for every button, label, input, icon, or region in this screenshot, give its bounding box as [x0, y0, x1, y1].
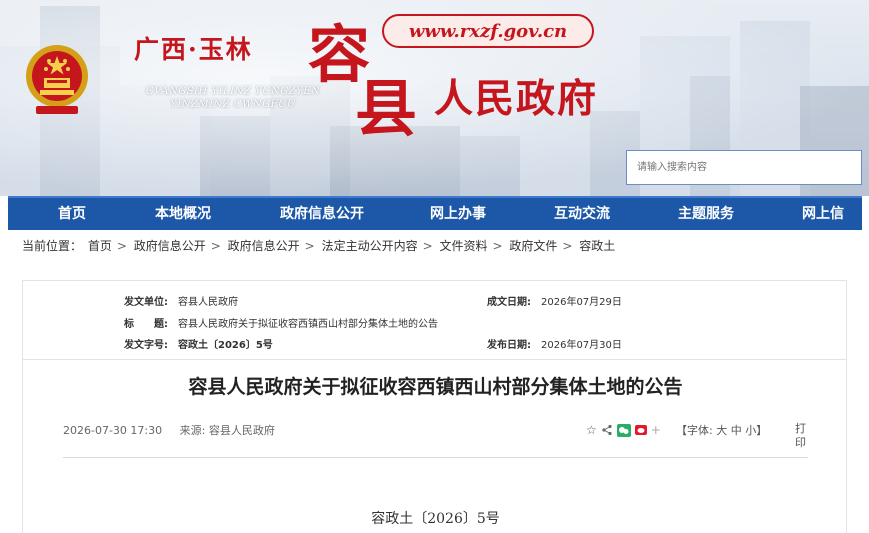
info-title-value: 容县人民政府关于拟征收容西镇西山村部分集体土地的公告	[178, 319, 438, 330]
nav-interaction[interactable]: 互动交流	[554, 198, 610, 230]
meta-divider	[63, 457, 808, 458]
info-date-label: 成文日期:	[487, 297, 531, 308]
info-date: 成文日期: 2026年07月29日	[487, 293, 622, 308]
breadcrumb-prefix: 当前位置：	[22, 239, 83, 253]
nav-online-letters[interactable]: 网上信	[802, 198, 844, 230]
info-publish-label: 发布日期:	[487, 340, 531, 351]
info-publish-value: 2026年07月30日	[541, 340, 622, 351]
article-source-value: 容县人民政府	[208, 424, 275, 437]
article-source-label: 来源:	[179, 424, 206, 437]
breadcrumb-separator: >	[116, 239, 127, 253]
search-box	[626, 150, 862, 185]
info-issuer: 发文单位: 容县人民政府	[124, 293, 238, 308]
breadcrumb-current[interactable]: 容政土	[579, 239, 615, 253]
document-number: 容政土〔2026〕5号	[371, 511, 500, 527]
info-title: 标 题: 容县人民政府关于拟征收容西镇西山村部分集体土地的公告	[124, 315, 438, 330]
breadcrumb-documents[interactable]: 文件资料	[439, 239, 487, 253]
print-link[interactable]: 打印	[795, 422, 809, 450]
plus-icon[interactable]: +	[651, 423, 661, 437]
breadcrumb-separator: >	[492, 239, 503, 253]
breadcrumb-home[interactable]: 首页	[88, 239, 112, 253]
breadcrumb-gov-info-2[interactable]: 政府信息公开	[228, 239, 300, 253]
wechat-icon[interactable]	[616, 423, 631, 437]
breadcrumb-separator: >	[304, 239, 315, 253]
government-name: 人民政府	[434, 76, 599, 122]
info-issuer-label: 发文单位:	[124, 297, 168, 308]
share-tools: ☆ +	[586, 422, 661, 438]
font-size-large[interactable]: 大	[716, 424, 727, 437]
info-issuer-value: 容县人民政府	[178, 297, 238, 308]
article-title: 容县人民政府关于拟征收容西镇西山村部分集体土地的公告	[188, 376, 683, 398]
font-size-small[interactable]: 小】	[745, 424, 767, 437]
pinyin-line-1: GVANGSIH YILINZ YUNGZYEN	[145, 86, 321, 97]
nav-topic-services[interactable]: 主题服务	[678, 198, 734, 230]
document-info-panel: 发文单位: 容县人民政府 成文日期: 2026年07月29日 标 题: 容县人民政府关…	[22, 280, 847, 360]
favorite-star-icon[interactable]: ☆	[586, 423, 597, 437]
font-size-control: 【字体: 大 中 小】	[676, 422, 767, 438]
logo-char-xian: 县	[355, 72, 418, 145]
breadcrumb-separator: >	[562, 239, 573, 253]
info-docno: 发文字号: 容政土〔2026〕5号	[124, 336, 283, 351]
font-size-label: 【字体:	[676, 424, 713, 437]
nav-online-services[interactable]: 网上办事	[430, 198, 486, 230]
search-input[interactable]	[631, 155, 837, 180]
pinyin-line-2: YINZMINZ CWNGFUU	[170, 99, 296, 110]
header-banner: 广西·玉林 GVANGSIH YILINZ YUNGZYEN YINZMINZ …	[0, 0, 869, 196]
nav-gov-info-disclosure[interactable]: 政府信息公开	[280, 198, 364, 230]
breadcrumb-gov-info[interactable]: 政府信息公开	[134, 239, 206, 253]
article-datetime: 2026-07-30 17:30	[63, 424, 163, 437]
weibo-icon[interactable]	[634, 425, 647, 435]
site-url: www.rxzf.gov.cn	[408, 20, 568, 42]
breadcrumb-separator: >	[210, 239, 221, 253]
info-date-value: 2026年07月29日	[541, 297, 622, 308]
national-emblem-icon	[26, 45, 88, 114]
breadcrumb: 当前位置： 首页 > 政府信息公开 > 政府信息公开 > 法定主动公开内容 > 文件资料…	[22, 237, 617, 255]
info-publish: 发布日期: 2026年07月30日	[487, 336, 622, 351]
font-size-medium[interactable]: 中	[731, 424, 742, 437]
info-title-label: 标 题:	[124, 319, 168, 330]
info-docno-label: 发文字号:	[124, 340, 168, 351]
article-content: 容县人民政府关于拟征收容西镇西山村部分集体土地的公告 2026-07-30 17…	[22, 360, 847, 533]
article-meta: 2026-07-30 17:30 来源: 容县人民政府	[63, 422, 275, 438]
breadcrumb-separator: >	[422, 239, 433, 253]
info-docno-value: 容政土〔2026〕5号	[178, 340, 273, 351]
nav-home[interactable]: 首页	[58, 198, 86, 230]
breadcrumb-gov-files[interactable]: 政府文件	[509, 239, 557, 253]
share-icon[interactable]	[601, 424, 613, 436]
breadcrumb-statutory-content[interactable]: 法定主动公开内容	[322, 239, 418, 253]
nav-local-overview[interactable]: 本地概况	[155, 198, 211, 230]
main-nav: 首页 本地概况 政府信息公开 网上办事 互动交流 主题服务 网上信	[8, 196, 862, 230]
site-url-plate: www.rxzf.gov.cn	[382, 14, 594, 48]
pinyin-name: GVANGSIH YILINZ YUNGZYEN YINZMINZ CWNGFU…	[128, 85, 338, 111]
region-name: 广西·玉林	[134, 35, 253, 64]
